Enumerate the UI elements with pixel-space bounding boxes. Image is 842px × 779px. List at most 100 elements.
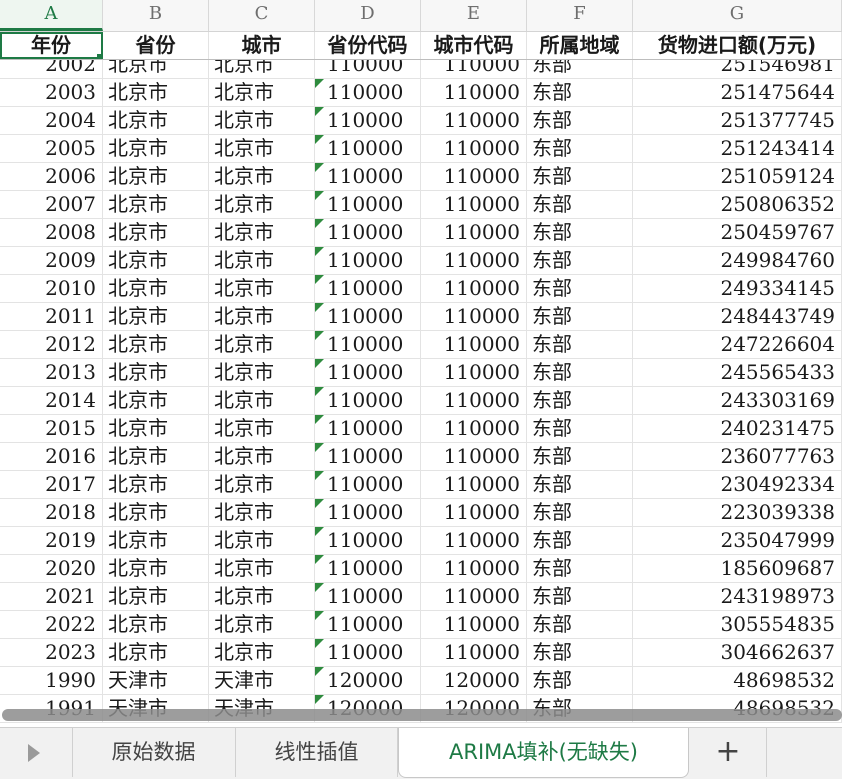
region-cell[interactable]: 东部: [527, 135, 633, 162]
province-cell[interactable]: 北京市: [103, 387, 209, 414]
province-code-cell[interactable]: 110000: [315, 527, 421, 554]
import-value-cell[interactable]: 248443749: [633, 303, 842, 330]
city-cell[interactable]: 北京市: [209, 527, 315, 554]
province-code-cell[interactable]: 110000: [315, 275, 421, 302]
province-cell[interactable]: 北京市: [103, 135, 209, 162]
import-value-cell[interactable]: 305554835: [633, 611, 842, 638]
spreadsheet-grid[interactable]: A B C D E F G 年份 省份 城市 省份代码 城市代码 所属地域 货物…: [0, 0, 842, 727]
province-cell[interactable]: 北京市: [103, 191, 209, 218]
province-cell[interactable]: 北京市: [103, 583, 209, 610]
city-cell[interactable]: 北京市: [209, 583, 315, 610]
city-cell[interactable]: 北京市: [209, 387, 315, 414]
city-cell[interactable]: 北京市: [209, 443, 315, 470]
header-cell-region[interactable]: 所属地域: [527, 32, 633, 59]
region-cell[interactable]: 东部: [527, 499, 633, 526]
province-cell[interactable]: 北京市: [103, 639, 209, 666]
province-code-cell[interactable]: 110000: [315, 415, 421, 442]
year-cell[interactable]: 2021: [0, 583, 103, 610]
province-cell[interactable]: 北京市: [103, 443, 209, 470]
year-cell[interactable]: 2020: [0, 555, 103, 582]
province-cell[interactable]: 天津市: [103, 667, 209, 694]
province-cell[interactable]: 北京市: [103, 415, 209, 442]
region-cell[interactable]: 东部: [527, 583, 633, 610]
year-cell[interactable]: 2022: [0, 611, 103, 638]
import-value-cell[interactable]: 249334145: [633, 275, 842, 302]
header-cell-province-code[interactable]: 省份代码: [315, 32, 421, 59]
region-cell[interactable]: 东部: [527, 667, 633, 694]
import-value-cell[interactable]: 245565433: [633, 359, 842, 386]
city-cell[interactable]: 北京市: [209, 303, 315, 330]
import-value-cell[interactable]: 251059124: [633, 163, 842, 190]
province-code-cell[interactable]: 110000: [315, 303, 421, 330]
add-sheet-button[interactable]: +: [690, 728, 767, 777]
year-cell[interactable]: 2005: [0, 135, 103, 162]
region-cell[interactable]: 东部: [527, 275, 633, 302]
import-value-cell[interactable]: 250806352: [633, 191, 842, 218]
horizontal-scrollbar[interactable]: [2, 709, 842, 721]
province-code-cell[interactable]: 110000: [315, 331, 421, 358]
year-cell[interactable]: 2004: [0, 107, 103, 134]
tab-arima-fill[interactable]: ARIMA填补(无缺失): [398, 728, 689, 778]
province-code-cell[interactable]: 110000: [315, 611, 421, 638]
year-cell[interactable]: 2014: [0, 387, 103, 414]
province-code-cell[interactable]: 110000: [315, 107, 421, 134]
import-value-cell[interactable]: 240231475: [633, 415, 842, 442]
column-header-e[interactable]: E: [421, 0, 527, 31]
city-cell[interactable]: 北京市: [209, 611, 315, 638]
import-value-cell[interactable]: 236077763: [633, 443, 842, 470]
column-header-a[interactable]: A: [0, 0, 103, 31]
import-value-cell[interactable]: 243198973: [633, 583, 842, 610]
sheet-nav-button[interactable]: [0, 728, 73, 777]
city-code-cell[interactable]: 110000: [421, 303, 527, 330]
province-code-cell[interactable]: 110000: [315, 247, 421, 274]
year-cell[interactable]: 2006: [0, 163, 103, 190]
year-cell[interactable]: 1990: [0, 667, 103, 694]
import-value-cell[interactable]: 250459767: [633, 219, 842, 246]
year-cell[interactable]: 2010: [0, 275, 103, 302]
region-cell[interactable]: 东部: [527, 443, 633, 470]
province-code-cell[interactable]: 110000: [315, 471, 421, 498]
province-cell[interactable]: 北京市: [103, 275, 209, 302]
column-header-f[interactable]: F: [527, 0, 633, 31]
city-cell[interactable]: 北京市: [209, 135, 315, 162]
city-code-cell[interactable]: 110000: [421, 331, 527, 358]
header-cell-city[interactable]: 城市: [209, 32, 315, 59]
city-cell[interactable]: 北京市: [209, 499, 315, 526]
city-code-cell[interactable]: 110000: [421, 527, 527, 554]
tab-original-data[interactable]: 原始数据: [72, 728, 236, 777]
province-code-cell[interactable]: 110000: [315, 135, 421, 162]
city-cell[interactable]: 北京市: [209, 331, 315, 358]
year-cell[interactable]: 2003: [0, 79, 103, 106]
region-cell[interactable]: 东部: [527, 219, 633, 246]
city-code-cell[interactable]: 110000: [421, 247, 527, 274]
region-cell[interactable]: 东部: [527, 247, 633, 274]
province-code-cell[interactable]: 110000: [315, 443, 421, 470]
import-value-cell[interactable]: 247226604: [633, 331, 842, 358]
year-cell[interactable]: 2009: [0, 247, 103, 274]
province-cell[interactable]: 北京市: [103, 527, 209, 554]
city-cell[interactable]: 北京市: [209, 163, 315, 190]
import-value-cell[interactable]: 251377745: [633, 107, 842, 134]
year-cell[interactable]: 2019: [0, 527, 103, 554]
province-cell[interactable]: 北京市: [103, 611, 209, 638]
city-cell[interactable]: 北京市: [209, 471, 315, 498]
import-value-cell[interactable]: 230492334: [633, 471, 842, 498]
province-cell[interactable]: 北京市: [103, 247, 209, 274]
region-cell[interactable]: 东部: [527, 555, 633, 582]
city-cell[interactable]: 北京市: [209, 191, 315, 218]
region-cell[interactable]: 东部: [527, 303, 633, 330]
region-cell[interactable]: 东部: [527, 471, 633, 498]
import-value-cell[interactable]: 249984760: [633, 247, 842, 274]
import-value-cell[interactable]: 304662637: [633, 639, 842, 666]
city-cell[interactable]: 北京市: [209, 639, 315, 666]
tab-linear-interpolation[interactable]: 线性插值: [236, 728, 398, 777]
import-value-cell[interactable]: 48698532: [633, 667, 842, 694]
year-cell[interactable]: 2015: [0, 415, 103, 442]
city-cell[interactable]: 北京市: [209, 79, 315, 106]
province-cell[interactable]: 北京市: [103, 219, 209, 246]
city-cell[interactable]: 天津市: [209, 667, 315, 694]
city-code-cell[interactable]: 110000: [421, 443, 527, 470]
province-cell[interactable]: 北京市: [103, 163, 209, 190]
province-code-cell[interactable]: 110000: [315, 359, 421, 386]
province-cell[interactable]: 北京市: [103, 303, 209, 330]
